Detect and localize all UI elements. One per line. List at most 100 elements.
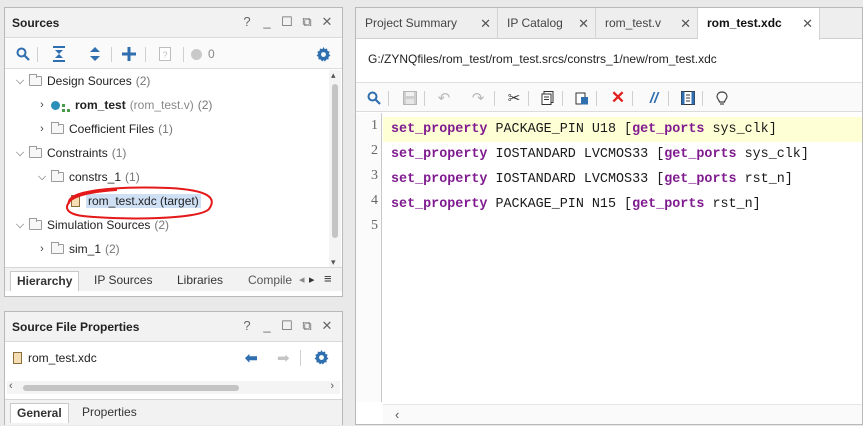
- scroll-thumb[interactable]: [23, 385, 239, 391]
- forward-arrow-icon[interactable]: ➡: [277, 349, 290, 367]
- scroll-left-icon[interactable]: ‹: [9, 380, 13, 392]
- expand-all-icon[interactable]: [85, 45, 105, 63]
- sources-header: Sources ? _ ☐ ⧉ ✕: [5, 8, 342, 38]
- folder-icon: [51, 122, 64, 134]
- tab-scroll-left-icon[interactable]: ◂: [299, 273, 305, 286]
- back-arrow-icon[interactable]: ⬅: [245, 349, 258, 367]
- properties-disabled-icon[interactable]: ?: [155, 45, 175, 63]
- close-tab-icon[interactable]: ✕: [480, 8, 491, 39]
- maximize-icon[interactable]: ☐: [280, 15, 294, 29]
- collapse-all-icon[interactable]: [49, 45, 69, 63]
- properties-horizontal-scrollbar[interactable]: ‹ ›: [7, 380, 340, 394]
- line-number-gutter: 1 2 3 4 5: [356, 113, 382, 402]
- code-line[interactable]: set_property IOSTANDARD LVCMOS33 [get_po…: [383, 167, 862, 192]
- chevron-down-icon[interactable]: ⌵: [15, 219, 25, 232]
- line-number: 1: [371, 118, 378, 133]
- chevron-right-icon[interactable]: ›: [37, 99, 47, 111]
- status-dot-icon: [191, 48, 202, 60]
- minimize-icon[interactable]: _: [260, 319, 274, 333]
- close-icon[interactable]: ✕: [320, 15, 334, 29]
- copy-icon[interactable]: [538, 89, 558, 107]
- tree-item-sim-1[interactable]: › sim_1 (2): [5, 239, 328, 259]
- top-module-icon: [51, 100, 60, 110]
- code-line[interactable]: set_property PACKAGE_PIN U18 [get_ports …: [383, 117, 862, 142]
- code-line[interactable]: [383, 217, 862, 242]
- scroll-up-icon[interactable]: ▴: [331, 70, 336, 81]
- cut-icon[interactable]: ✂: [504, 89, 524, 107]
- tab-ip-sources[interactable]: IP Sources: [88, 271, 158, 291]
- tab-menu-icon[interactable]: ≡: [324, 271, 332, 286]
- line-number: 3: [371, 168, 378, 183]
- close-tab-icon[interactable]: ✕: [578, 8, 589, 39]
- folder-icon: [29, 218, 42, 230]
- tab-compile-order[interactable]: Compile: [242, 271, 296, 291]
- lightbulb-icon[interactable]: [712, 89, 732, 107]
- close-tab-icon[interactable]: ✕: [680, 8, 691, 39]
- help-icon[interactable]: ?: [240, 319, 254, 333]
- close-icon[interactable]: ✕: [320, 319, 334, 333]
- search-icon[interactable]: [13, 45, 33, 63]
- code-line[interactable]: set_property PACKAGE_PIN N15 [get_ports …: [383, 192, 862, 217]
- chevron-down-icon[interactable]: ⌵: [15, 75, 25, 88]
- editor-toolbar: ↶ ↷ ✂ ✕ //: [356, 82, 862, 112]
- constraint-file-icon: [13, 352, 22, 364]
- delete-icon[interactable]: ✕: [608, 88, 628, 107]
- gear-icon[interactable]: [313, 45, 333, 63]
- tab-scroll-right-icon[interactable]: ▸: [309, 273, 315, 286]
- sources-panel: Sources ? _ ☐ ⧉ ✕ ? 0 ⌵ Design Sources (…: [4, 7, 343, 297]
- properties-title: Source File Properties: [12, 320, 140, 334]
- properties-header: Source File Properties ? _ ☐ ⧉ ✕: [5, 312, 342, 342]
- tree-item-coefficient-files[interactable]: › Coefficient Files (1): [5, 119, 328, 139]
- tab-libraries[interactable]: Libraries: [171, 271, 229, 291]
- chevron-down-icon[interactable]: ⌵: [37, 171, 47, 184]
- maximize-icon[interactable]: ☐: [280, 319, 294, 333]
- tab-properties[interactable]: Properties: [76, 403, 143, 423]
- scroll-thumb[interactable]: [332, 84, 338, 238]
- sources-vertical-scrollbar[interactable]: ▴ ▾: [329, 70, 341, 268]
- close-tab-icon[interactable]: ✕: [802, 8, 813, 39]
- sources-tree: ⌵ Design Sources (2) › rom_test (rom_tes…: [5, 70, 328, 268]
- insert-template-icon[interactable]: [678, 89, 698, 107]
- tree-item-simulation-sources[interactable]: ⌵ Simulation Sources (2): [5, 215, 328, 235]
- undo-icon[interactable]: ↶: [434, 89, 454, 107]
- save-icon[interactable]: [400, 89, 420, 107]
- editor-tabs: Project Summary ✕ IP Catalog ✕ rom_test.…: [356, 8, 862, 40]
- help-icon[interactable]: ?: [240, 15, 254, 29]
- chevron-down-icon[interactable]: ⌵: [15, 147, 25, 160]
- minimize-icon[interactable]: _: [260, 15, 274, 29]
- hierarchy-icon: [62, 101, 70, 112]
- properties-file-row: rom_test.xdc ⬅ ➡: [5, 343, 342, 373]
- tree-item-design-sources[interactable]: ⌵ Design Sources (2): [5, 71, 328, 91]
- tab-ip-catalog[interactable]: IP Catalog ✕: [498, 8, 596, 39]
- tree-item-constraints[interactable]: ⌵ Constraints (1): [5, 143, 328, 163]
- folder-icon: [29, 146, 42, 158]
- svg-text:?: ?: [162, 50, 167, 60]
- code-editor[interactable]: set_property PACKAGE_PIN U18 [get_ports …: [383, 113, 862, 402]
- float-icon[interactable]: ⧉: [300, 319, 314, 333]
- float-icon[interactable]: ⧉: [300, 15, 314, 29]
- tab-rom-test-xdc[interactable]: rom_test.xdc ✕: [698, 8, 820, 40]
- line-number: 5: [371, 218, 378, 233]
- tree-item-rom-test[interactable]: › rom_test (rom_test.v) (2): [5, 95, 328, 115]
- folder-icon: [51, 242, 64, 254]
- gear-icon[interactable]: [314, 350, 329, 368]
- scroll-left-icon[interactable]: ‹: [395, 407, 399, 422]
- chevron-right-icon[interactable]: ›: [37, 123, 47, 135]
- scroll-right-icon[interactable]: ›: [330, 380, 334, 392]
- paste-icon[interactable]: [572, 89, 592, 107]
- tab-general[interactable]: General: [10, 403, 69, 423]
- code-line[interactable]: set_property IOSTANDARD LVCMOS33 [get_po…: [383, 142, 862, 167]
- search-icon[interactable]: [364, 89, 384, 107]
- folder-icon: [29, 74, 42, 86]
- add-sources-icon[interactable]: [119, 45, 139, 63]
- line-number: 4: [371, 193, 378, 208]
- tab-hierarchy[interactable]: Hierarchy: [10, 271, 80, 291]
- folder-icon: [51, 170, 64, 182]
- chevron-right-icon[interactable]: ›: [37, 243, 47, 255]
- editor-horizontal-scrollbar[interactable]: ‹: [383, 404, 862, 424]
- redo-icon[interactable]: ↷: [468, 89, 488, 107]
- properties-tabbar: General Properties: [5, 399, 342, 425]
- tab-rom-test-v[interactable]: rom_test.v ✕: [596, 8, 698, 39]
- toggle-comment-icon[interactable]: //: [644, 89, 664, 107]
- tab-project-summary[interactable]: Project Summary ✕: [356, 8, 498, 39]
